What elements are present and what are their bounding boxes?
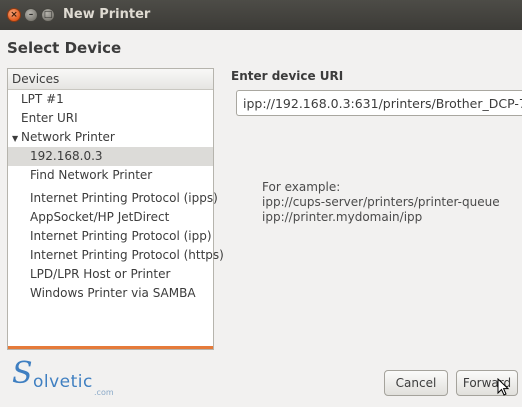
logo-initial: S	[12, 356, 33, 391]
example-line: ipp://printer.mydomain/ipp	[262, 210, 423, 224]
device-item-appsocket[interactable]: AppSocket/HP JetDirect	[8, 208, 213, 227]
device-item-network-printer[interactable]: ▼ Network Printer	[8, 128, 213, 147]
devices-column-header[interactable]: Devices	[8, 69, 213, 90]
devices-list[interactable]: Devices LPT #1 Enter URI ▼ Network Printe…	[7, 68, 224, 350]
cancel-button[interactable]: Cancel	[384, 370, 448, 396]
device-item-ipp[interactable]: Internet Printing Protocol (ipp)	[8, 227, 213, 246]
page-title: Select Device	[7, 39, 122, 57]
panel-accent-bar	[8, 346, 213, 349]
logo-suffix: .com	[94, 388, 114, 397]
device-item-label: Network Printer	[21, 130, 115, 144]
uri-example-help: For example: ipp://cups-server/printers/…	[262, 180, 500, 225]
title-bar: × – □ New Printer	[0, 0, 522, 30]
maximize-icon: □	[43, 10, 53, 20]
example-title: For example:	[262, 180, 341, 194]
device-item-enter-uri[interactable]: Enter URI	[8, 109, 213, 128]
mouse-pointer-icon	[497, 378, 510, 396]
device-item-lpd[interactable]: LPD/LPR Host or Printer	[8, 265, 213, 284]
new-printer-window: × – □ New Printer Select Device Devices …	[0, 0, 522, 407]
minimize-icon: –	[28, 10, 34, 20]
device-item-ipps[interactable]: Internet Printing Protocol (ipps)	[8, 189, 218, 208]
device-item-label: Internet Printing Protocol (ipp)	[30, 229, 212, 243]
expander-triangle-icon[interactable]: ▼	[12, 129, 21, 148]
device-item-samba[interactable]: Windows Printer via SAMBA	[8, 284, 213, 303]
device-item-lpt1[interactable]: LPT #1	[8, 90, 213, 109]
logo-text: olvetic	[33, 372, 93, 392]
minimize-window-button[interactable]: –	[24, 8, 38, 22]
example-line: ipp://cups-server/printers/printer-queue	[262, 195, 500, 209]
device-item-label: Internet Printing Protocol (https)	[30, 248, 224, 262]
device-item-label: Internet Printing Protocol (ipps)	[30, 191, 218, 205]
device-uri-input[interactable]: ipp://192.168.0.3:631/printers/Brother_D…	[236, 90, 522, 116]
device-item-find-network-printer[interactable]: Find Network Printer	[8, 166, 213, 185]
device-item-label: LPD/LPR Host or Printer	[30, 267, 171, 281]
window-title: New Printer	[63, 7, 151, 22]
device-uri-label: Enter device URI	[231, 69, 344, 83]
device-item-label: Windows Printer via SAMBA	[30, 286, 196, 300]
close-icon: ×	[10, 10, 18, 20]
device-item-192-168-0-3[interactable]: 192.168.0.3	[8, 147, 213, 166]
solvetic-watermark-logo: S olvetic .com	[8, 356, 128, 400]
device-item-https[interactable]: Internet Printing Protocol (https)	[8, 246, 224, 265]
device-item-label: LPT #1	[21, 92, 64, 106]
close-window-button[interactable]: ×	[7, 8, 21, 22]
device-item-label: Find Network Printer	[30, 168, 153, 182]
maximize-window-button[interactable]: □	[41, 8, 55, 22]
device-item-label: AppSocket/HP JetDirect	[30, 210, 170, 224]
device-item-label: Enter URI	[21, 111, 78, 125]
device-item-label: 192.168.0.3	[30, 149, 103, 163]
